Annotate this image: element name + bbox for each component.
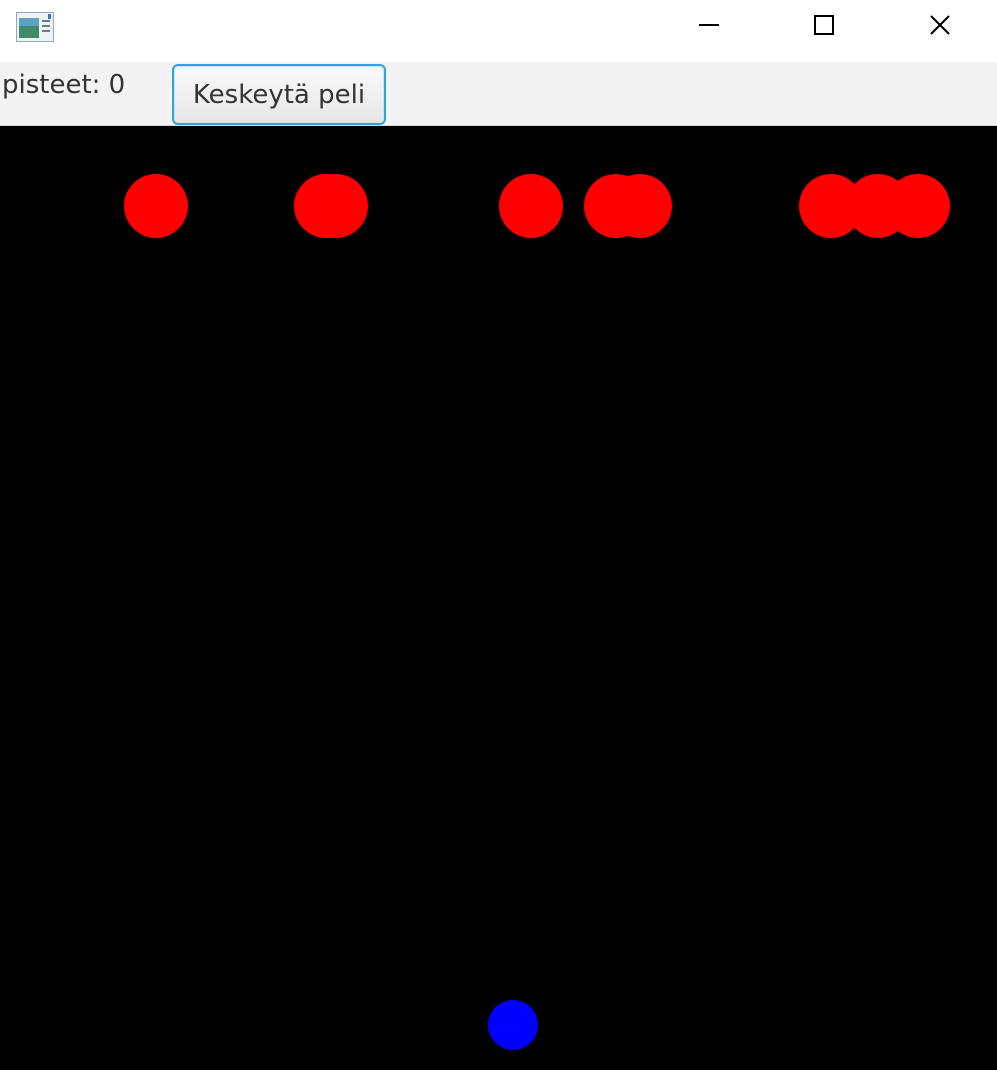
toolbar: pisteet: 0 Keskeytä peli — [0, 62, 997, 126]
pause-game-button[interactable]: Keskeytä peli — [172, 64, 386, 125]
title-bar — [0, 0, 997, 62]
enemy-ball — [499, 174, 563, 238]
java-app-icon — [16, 12, 54, 42]
close-button[interactable] — [882, 0, 997, 54]
score-label: pisteet: 0 — [2, 70, 126, 100]
enemy-ball — [304, 174, 368, 238]
close-icon — [929, 14, 951, 40]
enemy-ball — [608, 174, 672, 238]
minimize-button[interactable] — [651, 0, 767, 54]
enemy-ball — [886, 174, 950, 238]
maximize-icon — [813, 14, 835, 40]
minimize-icon — [698, 14, 720, 40]
player-ball — [488, 1000, 538, 1050]
game-scene — [124, 174, 950, 1050]
enemy-group — [124, 174, 950, 238]
enemy-ball — [124, 174, 188, 238]
maximize-button[interactable] — [766, 0, 882, 54]
game-window: pisteet: 0 Keskeytä peli — [0, 0, 997, 1070]
game-canvas[interactable] — [0, 126, 997, 1070]
